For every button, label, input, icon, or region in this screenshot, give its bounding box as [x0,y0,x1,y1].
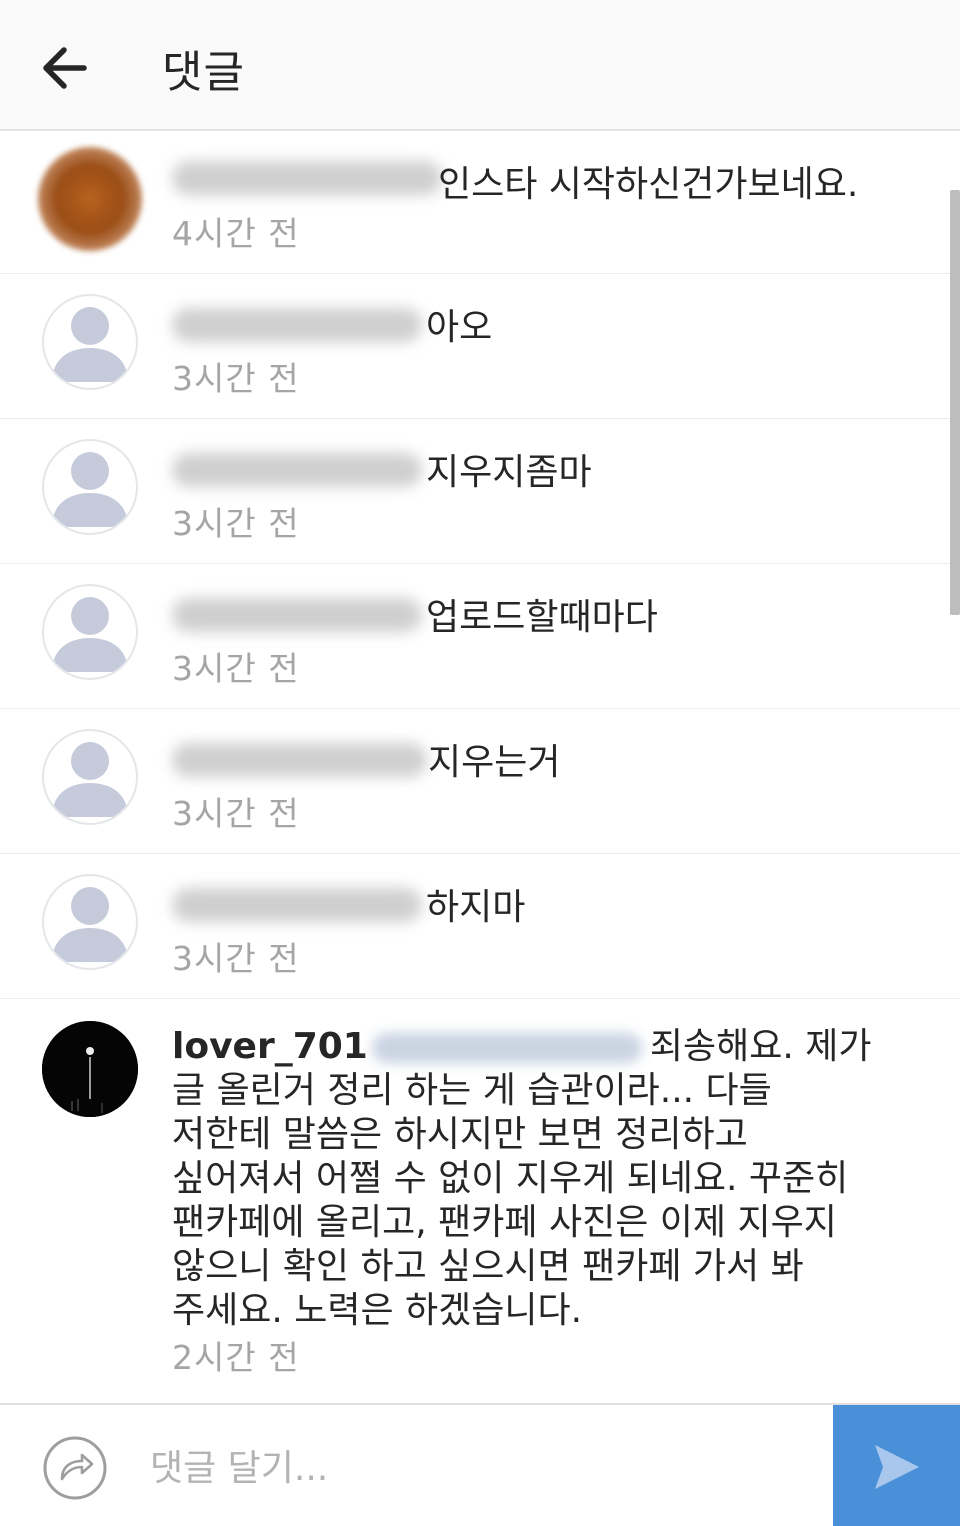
arrow-left-icon [43,47,87,89]
reply-line: 저한테 말씀은 하시지만 보면 정리하고 [172,1114,748,1155]
comment-item: 아오 3시간 전 [0,274,960,419]
page-title: 댓글 [162,47,245,98]
comment-item: 지우지좀마 3시간 전 [0,419,960,564]
comment-input[interactable] [150,1429,810,1507]
default-user-icon [52,597,128,672]
reply-line: 않으니 확인 하고 싶으시면 팬카페 가서 봐 [172,1246,804,1287]
reply-line: 글 올린거 정리 하는 게 습관이라... 다들 [172,1070,772,1111]
mention-redacted[interactable] [371,1033,642,1063]
comment-item: 하지마 3시간 전 [0,854,960,999]
reply-body: lover_701 죄송해요. 제가 글 올린거 정리 하는 게 습관이라... … [172,1025,872,1333]
username-redacted[interactable] [172,598,422,632]
reply-line-1: lover_701 죄송해요. 제가 [172,1025,872,1069]
reply-line: 주세요. 노력은 하겠습니다. [172,1290,583,1331]
comment-text: 인스타 시작하신건가보네요. [438,164,859,205]
owner-username[interactable]: lover_701 [172,1026,368,1067]
default-user-icon [52,887,128,962]
reply-text: 죄송해요. 제가 [649,1026,872,1067]
comment-item: 업로드할때마다 3시간 전 [0,564,960,709]
owner-reply-comment: lover_701 죄송해요. 제가 글 올린거 정리 하는 게 습관이라... … [0,999,960,1403]
header-bar: 댓글 [0,0,960,131]
default-user-icon [52,307,128,382]
avatar[interactable] [42,584,138,680]
username-redacted[interactable] [172,888,422,922]
comment-list[interactable]: 인스타 시작하신건가보네요. 4시간 전 아오 3시간 전 지우지좀마 3시간 … [0,131,960,1403]
comment-time: 2시간 전 [172,1338,300,1377]
comment-time: 3시간 전 [172,794,300,833]
avatar[interactable] [42,294,138,390]
username-redacted[interactable] [172,161,442,195]
owner-avatar[interactable] [42,1021,138,1117]
avatar[interactable] [38,147,142,251]
reply-line: 싶어져서 어쩔 수 없이 지우게 되네요. 꾸준히 [172,1158,849,1199]
comment-time: 3시간 전 [172,504,300,543]
profile-photo-icon [42,1021,138,1117]
comment-item: 인스타 시작하신건가보네요. 4시간 전 [0,131,960,274]
reply-icon[interactable] [42,1435,108,1501]
default-user-icon [52,742,128,817]
reply-line: 팬카페에 올리고, 팬카페 사진은 이제 지우지 [172,1202,837,1243]
scrollbar[interactable] [950,190,960,615]
avatar[interactable] [42,874,138,970]
comment-text: 지우지좀마 [426,452,592,493]
username-redacted[interactable] [172,743,427,777]
comment-time: 4시간 전 [172,214,300,253]
comment-text: 하지마 [426,887,526,928]
comment-time: 3시간 전 [172,359,300,398]
default-user-icon [52,452,128,527]
username-redacted[interactable] [172,308,422,342]
send-icon [874,1444,919,1489]
avatar[interactable] [42,729,138,825]
comment-text: 아오 [426,307,493,348]
comment-text: 업로드할때마다 [426,597,658,638]
comment-time: 3시간 전 [172,649,300,688]
comment-text: 지우는거 [428,742,561,783]
comment-item: 지우는거 3시간 전 [0,709,960,854]
send-button[interactable] [833,1405,960,1526]
avatar[interactable] [42,439,138,535]
back-button[interactable] [36,40,92,96]
comment-composer [0,1403,960,1526]
comment-time: 3시간 전 [172,939,300,978]
username-redacted[interactable] [172,453,422,487]
